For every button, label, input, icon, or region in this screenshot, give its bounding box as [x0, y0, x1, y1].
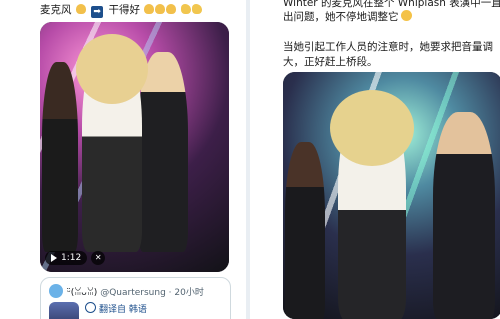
quoted-tweet-header: ᵕ̈(ꈍᴗꈍ) @Quartersung · 20小时: [67, 288, 204, 298]
play-button[interactable]: 1:12: [45, 251, 88, 265]
video-duration: 1:12: [61, 253, 82, 263]
clap-emoji-icon: [166, 4, 177, 14]
right-arrow-emoji-icon: ➡: [91, 6, 104, 18]
post-text-line-2: 出问题，她不停地调整它: [283, 10, 412, 25]
clap-emoji-icon: [144, 4, 155, 14]
translate-link[interactable]: 翻译自 韩语: [85, 302, 147, 315]
post-text-line-4: 大，正好赶上桥段。: [283, 56, 378, 68]
performer-right: [138, 52, 188, 252]
pointing-hand-emoji-icon: [191, 4, 202, 14]
right-post-panel: Winter 的麦克风在整个 Whiplash 表演中一直 出问题，她不停地调整…: [250, 0, 500, 319]
mute-button[interactable]: ✕: [91, 251, 106, 265]
performer-center: [76, 34, 148, 252]
clap-emoji-icon: [75, 4, 86, 14]
play-icon: [51, 254, 57, 262]
clap-emoji-icon: [155, 4, 166, 14]
performer-right: [433, 112, 495, 319]
post-image[interactable]: [283, 72, 500, 319]
translate-icon: [85, 302, 96, 313]
quoted-tweet-card[interactable]: ᵕ̈(ꈍᴗꈍ) @Quartersung · 20小时 翻译自 韩语: [40, 277, 231, 319]
mute-icon: ✕: [94, 253, 102, 262]
video-player[interactable]: 1:12 ✕: [40, 22, 229, 272]
performer-center: [330, 90, 414, 319]
pointing-hand-emoji-icon: [180, 4, 191, 14]
avatar[interactable]: [49, 284, 63, 298]
quoted-handle[interactable]: @Quartersung: [100, 288, 166, 298]
performer-left: [285, 142, 325, 319]
video-controls: 1:12 ✕: [45, 251, 106, 265]
crying-emoji-icon: [400, 10, 412, 21]
quoted-media-thumbnail[interactable]: [49, 302, 79, 319]
quoted-time: 20小时: [174, 288, 204, 298]
tweet-text-suffix: 干得好: [108, 4, 141, 16]
post-text-line-3: 当她引起工作人员的注意时，她要求把音量调: [283, 41, 493, 53]
performer-left: [42, 62, 78, 252]
tweet-text: 麦克风 ➡ 干得好: [40, 2, 202, 18]
translate-label: 翻译自 韩语: [99, 305, 147, 315]
left-post-panel: 麦克风 ➡ 干得好 1:12 ✕ ᵕ̈(ꈍᴗꈍ) @Quartersung · …: [0, 0, 246, 319]
tweet-text-prefix: 麦克风: [40, 4, 72, 16]
post-text-line-2-text: 出问题，她不停地调整它: [283, 11, 399, 23]
quoted-display-name[interactable]: ᵕ̈(ꈍᴗꈍ): [67, 288, 97, 298]
